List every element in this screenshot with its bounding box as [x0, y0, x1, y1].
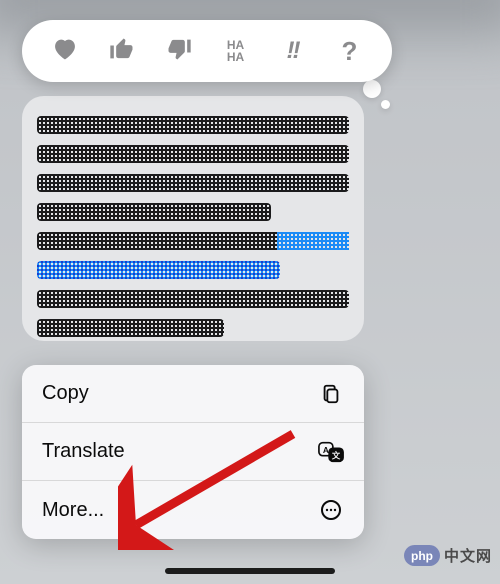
more-icon	[318, 497, 344, 523]
heart-icon	[50, 35, 80, 68]
reaction-heart[interactable]	[46, 32, 84, 70]
copy-icon	[318, 381, 344, 407]
context-menu: Copy Translate A 文 More...	[22, 365, 364, 539]
thumbs-down-icon	[165, 35, 193, 68]
redacted-text	[37, 319, 224, 337]
home-indicator[interactable]	[165, 568, 335, 574]
reaction-thumbs-down[interactable]	[160, 32, 198, 70]
question-icon: ?	[342, 36, 358, 67]
redacted-text	[37, 290, 349, 308]
watermark: php 中文网	[404, 545, 492, 566]
reaction-thumbs-up[interactable]	[103, 32, 141, 70]
menu-label: More...	[42, 499, 104, 522]
watermark-badge: php	[404, 545, 440, 566]
haha-icon: HA HA	[227, 39, 244, 63]
menu-item-copy[interactable]: Copy	[22, 365, 364, 423]
reaction-haha[interactable]: HA HA	[217, 32, 255, 70]
tapback-reaction-bar: HA HA !! ?	[22, 20, 392, 82]
redacted-text	[37, 116, 349, 134]
redacted-text	[37, 232, 349, 250]
redacted-highlight	[37, 261, 280, 279]
message-bubble[interactable]	[22, 96, 364, 341]
redacted-text	[37, 174, 349, 192]
exclaim-icon: !!	[287, 37, 299, 65]
thumbs-up-icon	[108, 35, 136, 68]
svg-text:文: 文	[332, 450, 341, 460]
menu-label: Translate	[42, 440, 125, 463]
menu-label: Copy	[42, 382, 89, 405]
reaction-exclaim[interactable]: !!	[274, 32, 312, 70]
menu-item-more[interactable]: More...	[22, 481, 364, 539]
redacted-text	[37, 145, 349, 163]
menu-item-translate[interactable]: Translate A 文	[22, 423, 364, 481]
redacted-highlight	[277, 232, 349, 250]
svg-text:A: A	[323, 444, 329, 454]
watermark-text: 中文网	[444, 545, 492, 566]
translate-icon: A 文	[318, 439, 344, 465]
redacted-text	[37, 203, 271, 221]
reaction-question[interactable]: ?	[331, 32, 369, 70]
tapback-tail	[363, 80, 390, 109]
